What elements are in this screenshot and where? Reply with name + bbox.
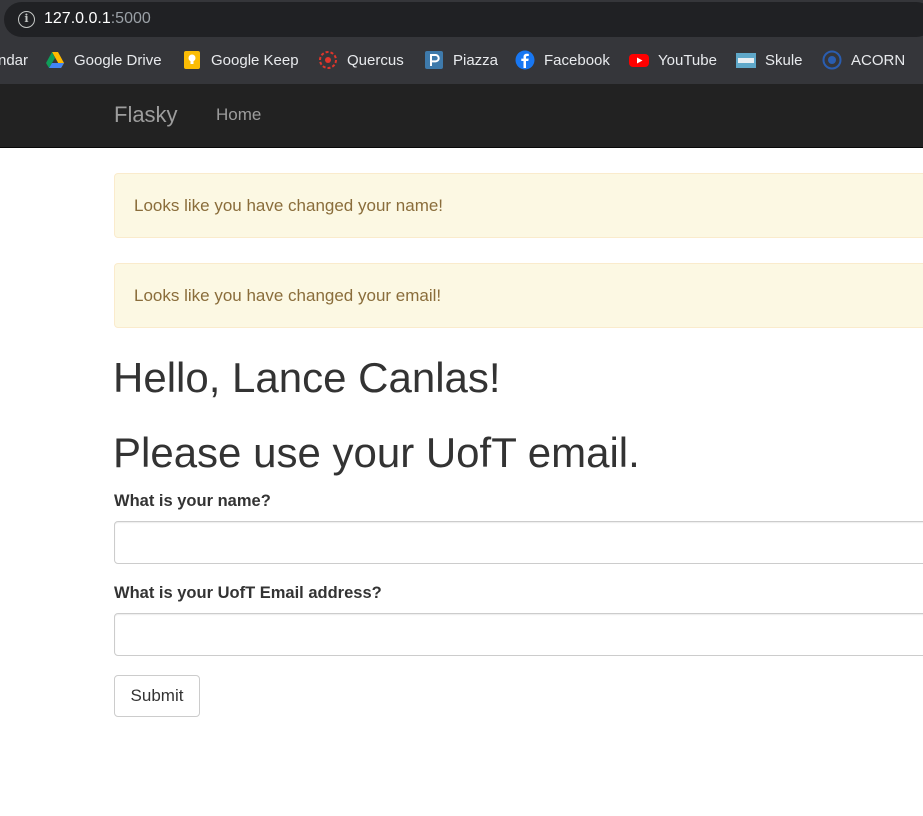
nav-link-home[interactable]: Home	[216, 105, 261, 125]
bookmark-piazza[interactable]: Piazza	[424, 48, 498, 72]
flash-alert-email: Looks like you have changed your email!	[114, 263, 923, 328]
alert-message: Looks like you have changed your name!	[134, 196, 444, 215]
greeting-heading: Hello, Lance Canlas!	[113, 354, 501, 401]
name-label: What is your name?	[114, 492, 271, 510]
bookmark-quercus[interactable]: Quercus	[318, 48, 404, 72]
name-input[interactable]	[114, 521, 923, 564]
bookmark-label: ACORN	[851, 51, 906, 69]
notice-heading: Please use your UofT email.	[113, 429, 640, 476]
bookmark-label: Facebook	[544, 51, 610, 69]
piazza-icon	[424, 50, 444, 70]
email-label: What is your UofT Email address?	[114, 584, 382, 602]
address-bar[interactable]: i 127.0.0.1:5000	[4, 2, 923, 37]
browser-chrome: i 127.0.0.1:5000 ndar Google Drive Googl…	[0, 0, 923, 84]
acorn-icon	[822, 50, 842, 70]
bookmark-facebook[interactable]: Facebook	[515, 48, 610, 72]
bookmark-youtube[interactable]: YouTube	[629, 48, 717, 72]
bookmark-label: YouTube	[658, 51, 717, 69]
bookmark-label: Google Drive	[74, 51, 162, 69]
bookmark-label: Quercus	[347, 51, 404, 69]
bookmark-label: ndar	[0, 51, 29, 69]
bookmark-google-keep[interactable]: Google Keep	[182, 48, 299, 72]
bookmark-label: Google Keep	[211, 51, 299, 69]
url-port: :5000	[110, 10, 151, 27]
navbar-brand[interactable]: Flasky	[114, 102, 178, 128]
quercus-icon	[318, 50, 338, 70]
site-info-icon[interactable]: i	[18, 11, 35, 28]
bookmark-label: Piazza	[453, 51, 499, 69]
alert-message: Looks like you have changed your email!	[134, 286, 442, 305]
flash-alert-name: Looks like you have changed your name!	[114, 173, 923, 238]
bookmark-skule[interactable]: Skule	[736, 48, 803, 72]
bookmark-label: Skule	[765, 51, 803, 69]
address-url[interactable]: 127.0.0.1:5000	[44, 10, 151, 28]
email-input[interactable]	[114, 613, 923, 656]
google-drive-icon	[45, 50, 65, 70]
bookmark-google-drive[interactable]: Google Drive	[45, 48, 162, 72]
youtube-icon	[629, 50, 649, 70]
submit-button[interactable]: Submit	[114, 675, 200, 717]
facebook-icon	[515, 50, 535, 70]
bookmark-calendar[interactable]: ndar	[0, 48, 28, 72]
bookmark-acorn[interactable]: ACORN	[822, 48, 905, 72]
skule-icon	[736, 50, 756, 70]
bookmarks-bar: ndar Google Drive Google Keep Quercus Pi…	[0, 44, 923, 76]
navbar: Flasky Home	[0, 84, 923, 148]
url-host: 127.0.0.1	[44, 10, 111, 27]
google-keep-icon	[182, 50, 202, 70]
